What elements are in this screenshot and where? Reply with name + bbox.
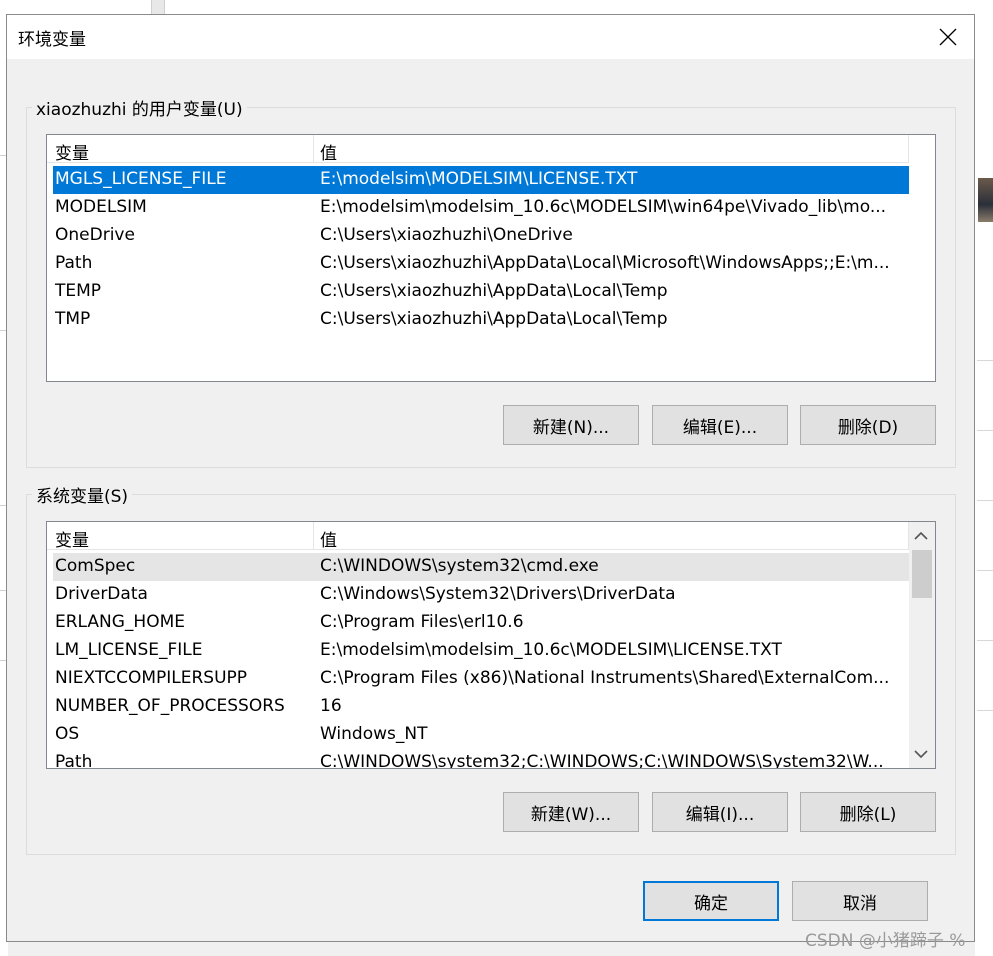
variable-name-cell: MODELSIM <box>55 197 147 217</box>
column-header-variable[interactable]: 变量 <box>55 526 89 551</box>
cancel-button[interactable]: 取消 <box>792 881 928 921</box>
variable-name-cell: ERLANG_HOME <box>55 612 186 632</box>
background-divider <box>977 570 993 571</box>
variable-value-cell: C:\Users\xiaozhuzhi\AppData\Local\Temp <box>320 281 668 301</box>
table-row[interactable]: MODELSIM E:\modelsim\modelsim_10.6c\MODEL… <box>53 194 909 222</box>
variable-name-cell: Path <box>55 752 93 769</box>
column-divider[interactable] <box>908 135 909 163</box>
column-header-value[interactable]: 值 <box>320 139 337 164</box>
close-icon <box>939 28 957 46</box>
list-header: 变量 值 <box>47 135 909 164</box>
table-row[interactable]: NIEXTCCOMPILERSUPP C:\Program Files (x86)… <box>53 665 909 693</box>
chevron-up-icon <box>914 531 928 540</box>
variable-value-cell: E:\modelsim\modelsim_10.6c\MODELSIM\win6… <box>320 197 887 217</box>
background-window-right <box>975 0 993 956</box>
variable-value-cell: C:\Users\xiaozhuzhi\AppData\Local\Micros… <box>320 253 890 273</box>
system-edit-button[interactable]: 编辑(I)... <box>652 792 788 832</box>
column-divider[interactable] <box>313 522 314 550</box>
scroll-up-button[interactable] <box>909 524 933 548</box>
vertical-scrollbar[interactable] <box>909 522 935 768</box>
variable-value-cell: E:\modelsim\MODELSIM\LICENSE.TXT <box>320 169 638 189</box>
variable-name-cell: MGLS_LICENSE_FILE <box>55 169 227 189</box>
variable-name-cell: ComSpec <box>55 556 136 576</box>
background-divider <box>977 500 993 501</box>
dialog-title: 环境变量 <box>18 30 86 50</box>
environment-variables-dialog: 环境变量 xiaozhuzhi 的用户变量(U) 变量 值 MGLS_LICEN… <box>6 14 975 942</box>
column-header-variable[interactable]: 变量 <box>55 139 89 164</box>
table-row[interactable]: Path C:\Users\xiaozhuzhi\AppData\Local\Mi… <box>53 250 909 278</box>
background-divider <box>977 430 993 431</box>
watermark-text: CSDN @小猪蹄子 % <box>805 931 966 951</box>
variable-name-cell: NIEXTCCOMPILERSUPP <box>55 668 248 688</box>
table-row[interactable]: TMP C:\Users\xiaozhuzhi\AppData\Local\Tem… <box>53 306 909 334</box>
system-new-button[interactable]: 新建(W)... <box>503 792 639 832</box>
ok-button[interactable]: 确定 <box>643 881 779 921</box>
table-row[interactable]: OS Windows_NT <box>53 721 909 749</box>
variable-value-cell: C:\WINDOWS\system32;C:\WINDOWS;C:\WINDOW… <box>320 752 884 769</box>
user-variables-list[interactable]: 变量 值 MGLS_LICENSE_FILE E:\modelsim\MODELS… <box>46 134 936 382</box>
column-header-value[interactable]: 值 <box>320 526 337 551</box>
title-bar: 环境变量 <box>7 15 974 59</box>
table-row[interactable]: TEMP C:\Users\xiaozhuzhi\AppData\Local\Te… <box>53 278 909 306</box>
variable-value-cell: Windows_NT <box>320 724 428 744</box>
user-new-button[interactable]: 新建(N)... <box>503 405 639 445</box>
table-row[interactable]: ComSpec C:\WINDOWS\system32\cmd.exe <box>53 553 909 581</box>
table-row[interactable]: Path C:\WINDOWS\system32;C:\WINDOWS;C:\WI… <box>53 749 909 769</box>
table-row[interactable]: DriverData C:\Windows\System32\Drivers\Dr… <box>53 581 909 609</box>
scroll-down-button[interactable] <box>909 742 933 766</box>
table-row[interactable]: MGLS_LICENSE_FILE E:\modelsim\MODELSIM\LI… <box>53 166 909 194</box>
variable-name-cell: TEMP <box>55 281 102 301</box>
variable-value-cell: E:\modelsim\modelsim_10.6c\MODELSIM\LICE… <box>320 640 782 660</box>
system-variables-label: 系统变量(S) <box>32 482 133 507</box>
user-variables-label: xiaozhuzhi 的用户变量(U) <box>32 95 247 120</box>
background-divider <box>977 360 993 361</box>
variable-name-cell: OneDrive <box>55 225 135 245</box>
close-button[interactable] <box>928 18 968 56</box>
table-row[interactable]: NUMBER_OF_PROCESSORS 16 <box>53 693 909 721</box>
variable-name-cell: TMP <box>55 309 91 329</box>
variable-name-cell: OS <box>55 724 80 744</box>
background-window-strip <box>8 0 975 14</box>
variable-name-cell: NUMBER_OF_PROCESSORS <box>55 696 285 716</box>
system-variables-list[interactable]: 变量 值 ComSpec C:\WINDOWS\system32\cmd.exe D… <box>46 521 936 769</box>
scrollbar-thumb[interactable] <box>912 550 932 598</box>
variable-name-cell: DriverData <box>55 584 148 604</box>
column-divider[interactable] <box>313 135 314 163</box>
table-row[interactable]: OneDrive C:\Users\xiaozhuzhi\OneDrive <box>53 222 909 250</box>
table-row[interactable]: LM_LICENSE_FILE E:\modelsim\modelsim_10.6… <box>53 637 909 665</box>
background-thumbnail-image <box>978 178 993 222</box>
variable-name-cell: LM_LICENSE_FILE <box>55 640 203 660</box>
variable-value-cell: 16 <box>320 696 342 716</box>
variable-value-cell: C:\Users\xiaozhuzhi\AppData\Local\Temp <box>320 309 668 329</box>
variable-name-cell: Path <box>55 253 93 273</box>
variable-value-cell: C:\Program Files (x86)\National Instrume… <box>320 668 890 688</box>
variable-value-cell: C:\WINDOWS\system32\cmd.exe <box>320 556 599 576</box>
variable-value-cell: C:\Windows\System32\Drivers\DriverData <box>320 584 676 604</box>
chevron-down-icon <box>914 750 928 759</box>
background-separator <box>151 0 165 14</box>
system-delete-button[interactable]: 删除(L) <box>800 792 936 832</box>
background-divider <box>977 710 993 711</box>
variable-value-cell: C:\Users\xiaozhuzhi\OneDrive <box>320 225 573 245</box>
list-header: 变量 值 <box>47 522 909 551</box>
user-edit-button[interactable]: 编辑(E)... <box>652 405 788 445</box>
table-row[interactable]: ERLANG_HOME C:\Program Files\erl10.6 <box>53 609 909 637</box>
background-divider <box>977 640 993 641</box>
user-delete-button[interactable]: 删除(D) <box>800 405 936 445</box>
variable-value-cell: C:\Program Files\erl10.6 <box>320 612 524 632</box>
